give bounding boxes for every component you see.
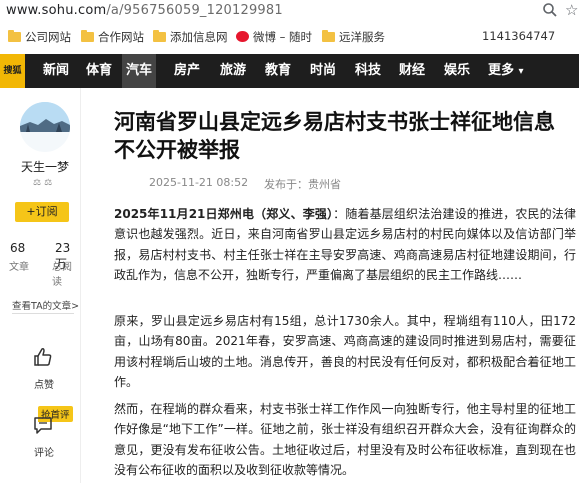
nav-news[interactable]: 新闻 xyxy=(39,54,73,88)
nav-sports[interactable]: 体育 xyxy=(82,54,116,88)
url-path: /a/956756059_120129981 xyxy=(106,3,283,18)
bookmark-add-info[interactable]: 添加信息网 xyxy=(153,29,228,45)
bookmark-ocean-service[interactable]: 远洋服务 xyxy=(322,29,385,45)
view-author-articles-link[interactable]: 查看TA的文章> xyxy=(12,298,79,312)
article-date: 2025-11-21 08:52 xyxy=(149,176,249,189)
author-badge-icon: ⚖⚖ xyxy=(33,178,56,188)
article-source: 发布于：贵州省 xyxy=(264,178,341,191)
article-paragraph: 2025年11月21日郑州电（郑义、李强）：随着基层组织法治建设的推进，农民的法… xyxy=(114,204,576,286)
chevron-down-icon: ▾ xyxy=(518,66,524,77)
sidebar-divider xyxy=(12,313,74,314)
bookmark-star-icon[interactable]: ☆ xyxy=(565,1,578,19)
bookmark-label: 合作网站 xyxy=(98,30,144,44)
article-paragraph: 原来，罗山县定远乡易店村有15组，总计1730余人。其中，程埫组有110人，田1… xyxy=(114,314,576,390)
author-name[interactable]: 天生一梦 xyxy=(0,158,90,175)
nav-travel[interactable]: 旅游 xyxy=(216,54,250,88)
thumbs-up-icon[interactable] xyxy=(32,346,54,368)
url-text[interactable]: www.sohu.com/a/956756059_120129981 xyxy=(6,3,283,18)
comment-label: 评论 xyxy=(34,448,54,459)
bookmark-label: 远洋服务 xyxy=(339,30,385,44)
nav-fashion[interactable]: 时尚 xyxy=(306,54,340,88)
nav-finance[interactable]: 财经 xyxy=(395,54,429,88)
avatar[interactable] xyxy=(20,102,70,152)
bookmarks-bar: 公司网站 合作网站 添加信息网 微博 – 随时 远洋服务 1141364747 xyxy=(0,26,579,48)
nav-entertainment[interactable]: 娱乐 xyxy=(440,54,474,88)
author-sidebar: 天生一梦 ⚖⚖ +订阅 68 文章 23万 总阅读 查看TA的文章> 点赞 抢首… xyxy=(0,88,81,483)
url-host: www.sohu.com xyxy=(6,3,107,18)
article-paragraph: 然而，在程埫的群众看来，村支书张士祥工作作风一向独断专行，他主导村里的征地工作好… xyxy=(114,402,576,478)
bookmark-label: 添加信息网 xyxy=(170,30,228,44)
bookmark-partner-site[interactable]: 合作网站 xyxy=(81,29,144,45)
avatar-landscape-icon xyxy=(20,102,70,152)
nav-realestate[interactable]: 房产 xyxy=(170,54,204,88)
zoom-icon[interactable] xyxy=(542,2,558,18)
like-label: 点赞 xyxy=(34,380,54,391)
bookmark-label: 微博 – 随时 xyxy=(253,30,313,44)
articles-label: 文章 xyxy=(9,262,29,273)
bookmark-company-site[interactable]: 公司网站 xyxy=(8,29,71,45)
bookmark-number[interactable]: 1141364747 xyxy=(482,29,555,43)
reads-label: 总阅读 xyxy=(52,262,72,288)
articles-count: 68 xyxy=(10,241,26,255)
nav-tech[interactable]: 科技 xyxy=(351,54,385,88)
weibo-icon xyxy=(236,31,249,42)
nav-more-label: 更多 xyxy=(488,63,515,78)
comment-icon[interactable] xyxy=(32,414,54,436)
follow-button[interactable]: +订阅 xyxy=(15,202,69,222)
nav-education[interactable]: 教育 xyxy=(261,54,295,88)
nav-more[interactable]: 更多 ▾ xyxy=(484,54,528,88)
paragraph-lead: 2025年11月21日郑州电（郑义、李强） xyxy=(114,207,334,221)
folder-icon xyxy=(153,30,166,42)
sohu-logo[interactable]: 搜狐 xyxy=(0,54,25,88)
site-nav: 搜狐 新闻 体育 汽车 房产 旅游 教育 时尚 科技 财经 娱乐 更多 ▾ xyxy=(0,54,579,88)
article-title: 河南省罗山县定远乡易店村支书张士祥征地信息不公开被举报 xyxy=(114,110,555,162)
address-bar[interactable]: www.sohu.com/a/956756059_120129981 ☆ xyxy=(0,0,579,22)
bookmark-label: 公司网站 xyxy=(25,30,71,44)
folder-icon xyxy=(8,30,21,42)
folder-icon xyxy=(81,30,94,42)
folder-icon xyxy=(322,30,335,42)
bookmark-weibo[interactable]: 微博 – 随时 xyxy=(236,29,312,45)
nav-auto[interactable]: 汽车 xyxy=(122,54,157,88)
